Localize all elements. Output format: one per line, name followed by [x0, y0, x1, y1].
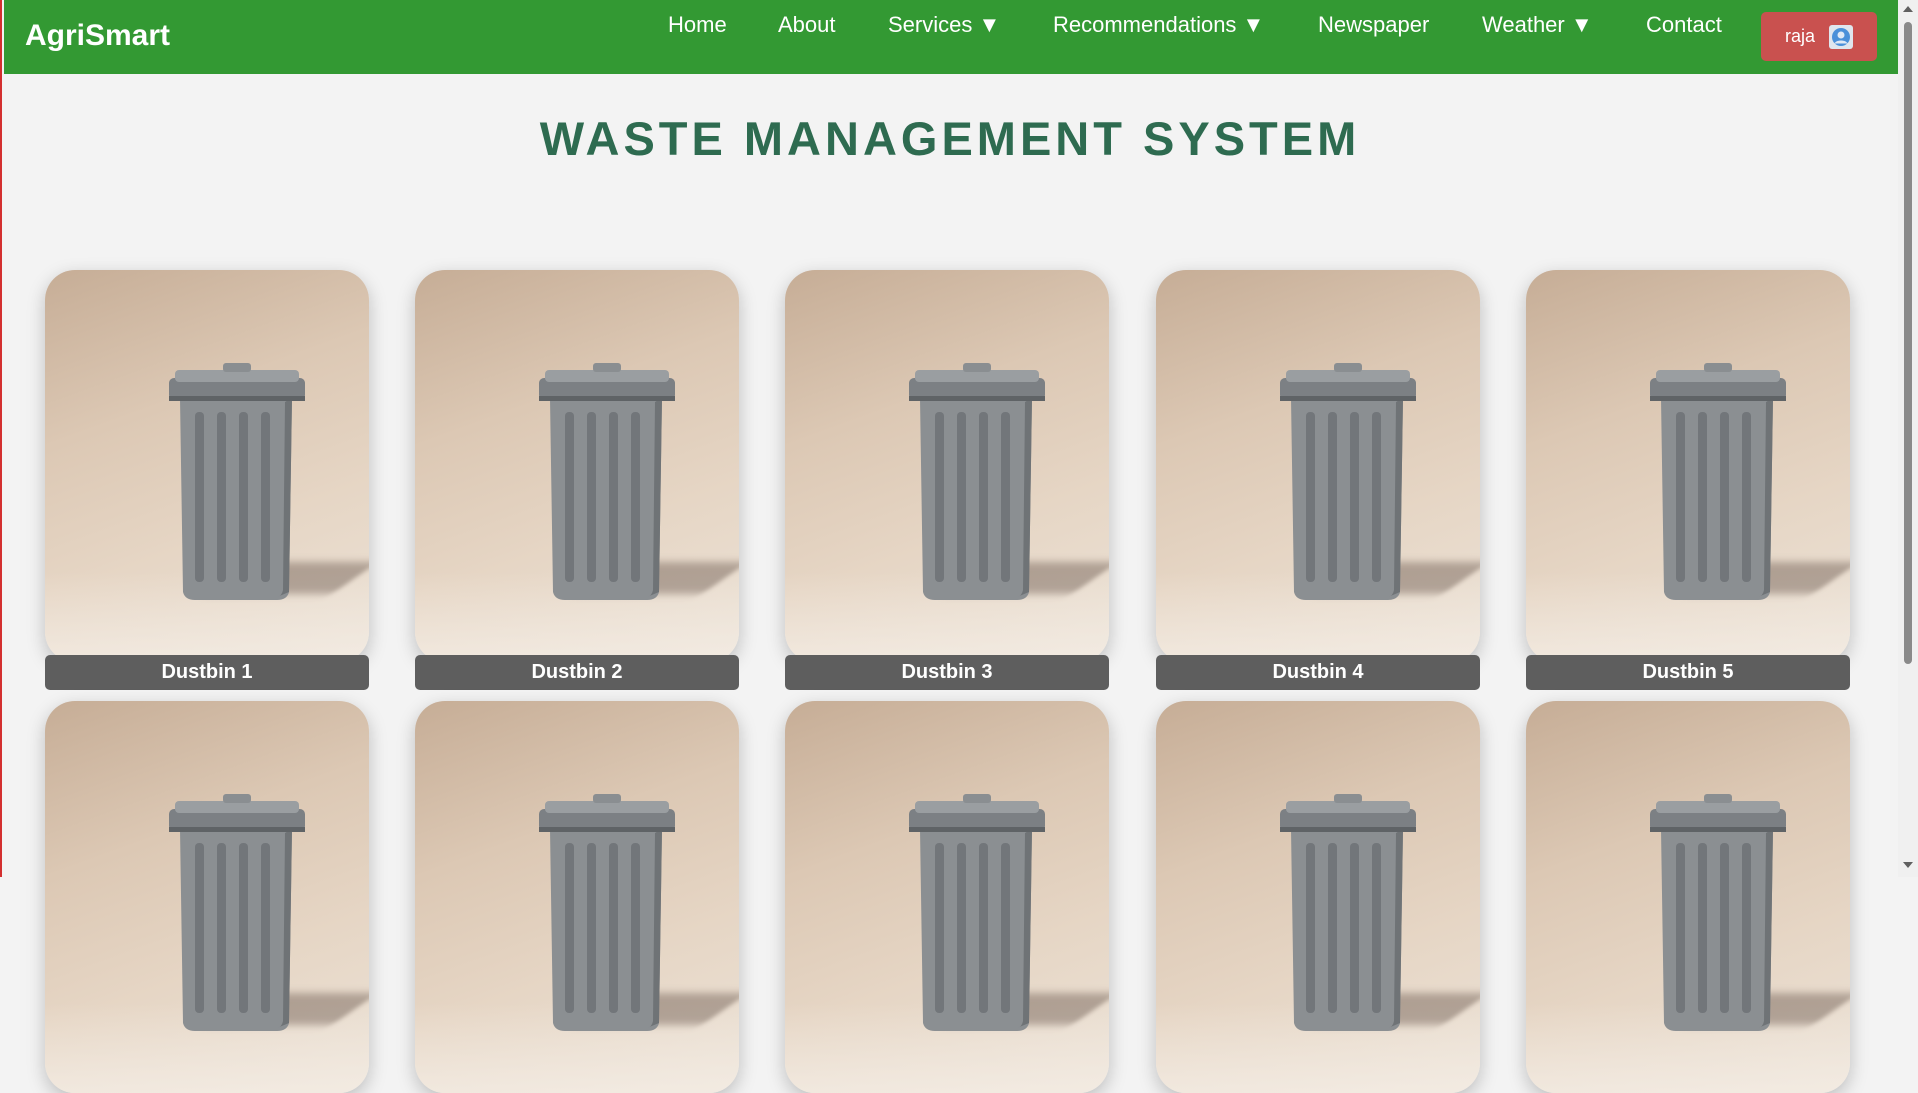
nav-about[interactable]: About: [778, 12, 836, 38]
dustbin-label: Dustbin 2: [415, 655, 739, 690]
user-name: raja: [1784, 26, 1815, 46]
nav-recommendations[interactable]: Recommendations ▼: [1053, 12, 1264, 38]
navbar: AgriSmart Home About Services ▼ Recommen…: [4, 0, 1900, 74]
dustbin-image[interactable]: [785, 701, 1109, 1093]
dustbin-card[interactable]: Dustbin 2: [415, 270, 739, 690]
dustbin-card[interactable]: [785, 701, 1109, 1093]
dustbin-card[interactable]: [415, 701, 739, 1093]
page-title: WASTE MANAGEMENT SYSTEM: [539, 112, 1361, 165]
dustbin-image[interactable]: [415, 701, 739, 1093]
nav-newspaper[interactable]: Newspaper: [1318, 12, 1429, 38]
nav-home[interactable]: Home: [668, 12, 727, 38]
dustbin-label: Dustbin 4: [1156, 655, 1480, 690]
nav-contact[interactable]: Contact: [1646, 12, 1722, 38]
scrollbar[interactable]: [1898, 0, 1918, 877]
dustbin-card[interactable]: Dustbin 4: [1156, 270, 1480, 690]
dustbin-image[interactable]: [415, 270, 739, 662]
dustbin-image[interactable]: [45, 270, 369, 662]
dustbin-card[interactable]: [1526, 701, 1850, 1093]
dustbin-label: Dustbin 3: [785, 655, 1109, 690]
scroll-up-icon[interactable]: [1903, 6, 1913, 12]
dustbin-image[interactable]: [1156, 270, 1480, 662]
scroll-down-icon[interactable]: [1903, 862, 1913, 868]
dustbin-card[interactable]: [45, 701, 369, 1093]
dustbin-image[interactable]: [1526, 701, 1850, 1093]
dustbin-card[interactable]: [1156, 701, 1480, 1093]
user-avatar-icon: [1829, 24, 1853, 49]
dustbin-image[interactable]: [1526, 270, 1850, 662]
nav-services[interactable]: Services ▼: [888, 12, 1000, 38]
dustbin-card[interactable]: Dustbin 1: [45, 270, 369, 690]
nav-weather[interactable]: Weather ▼: [1482, 12, 1593, 38]
dustbin-label: Dustbin 5: [1526, 655, 1850, 690]
dustbin-image[interactable]: [785, 270, 1109, 662]
dustbin-card[interactable]: Dustbin 5: [1526, 270, 1850, 690]
dustbin-image[interactable]: [45, 701, 369, 1093]
dustbin-card[interactable]: Dustbin 3: [785, 270, 1109, 690]
dustbin-image[interactable]: [1156, 701, 1480, 1093]
dustbin-label: Dustbin 1: [45, 655, 369, 690]
scroll-thumb[interactable]: [1904, 22, 1912, 664]
logo[interactable]: AgriSmart: [25, 19, 170, 53]
user-menu-button[interactable]: raja: [1761, 12, 1877, 61]
